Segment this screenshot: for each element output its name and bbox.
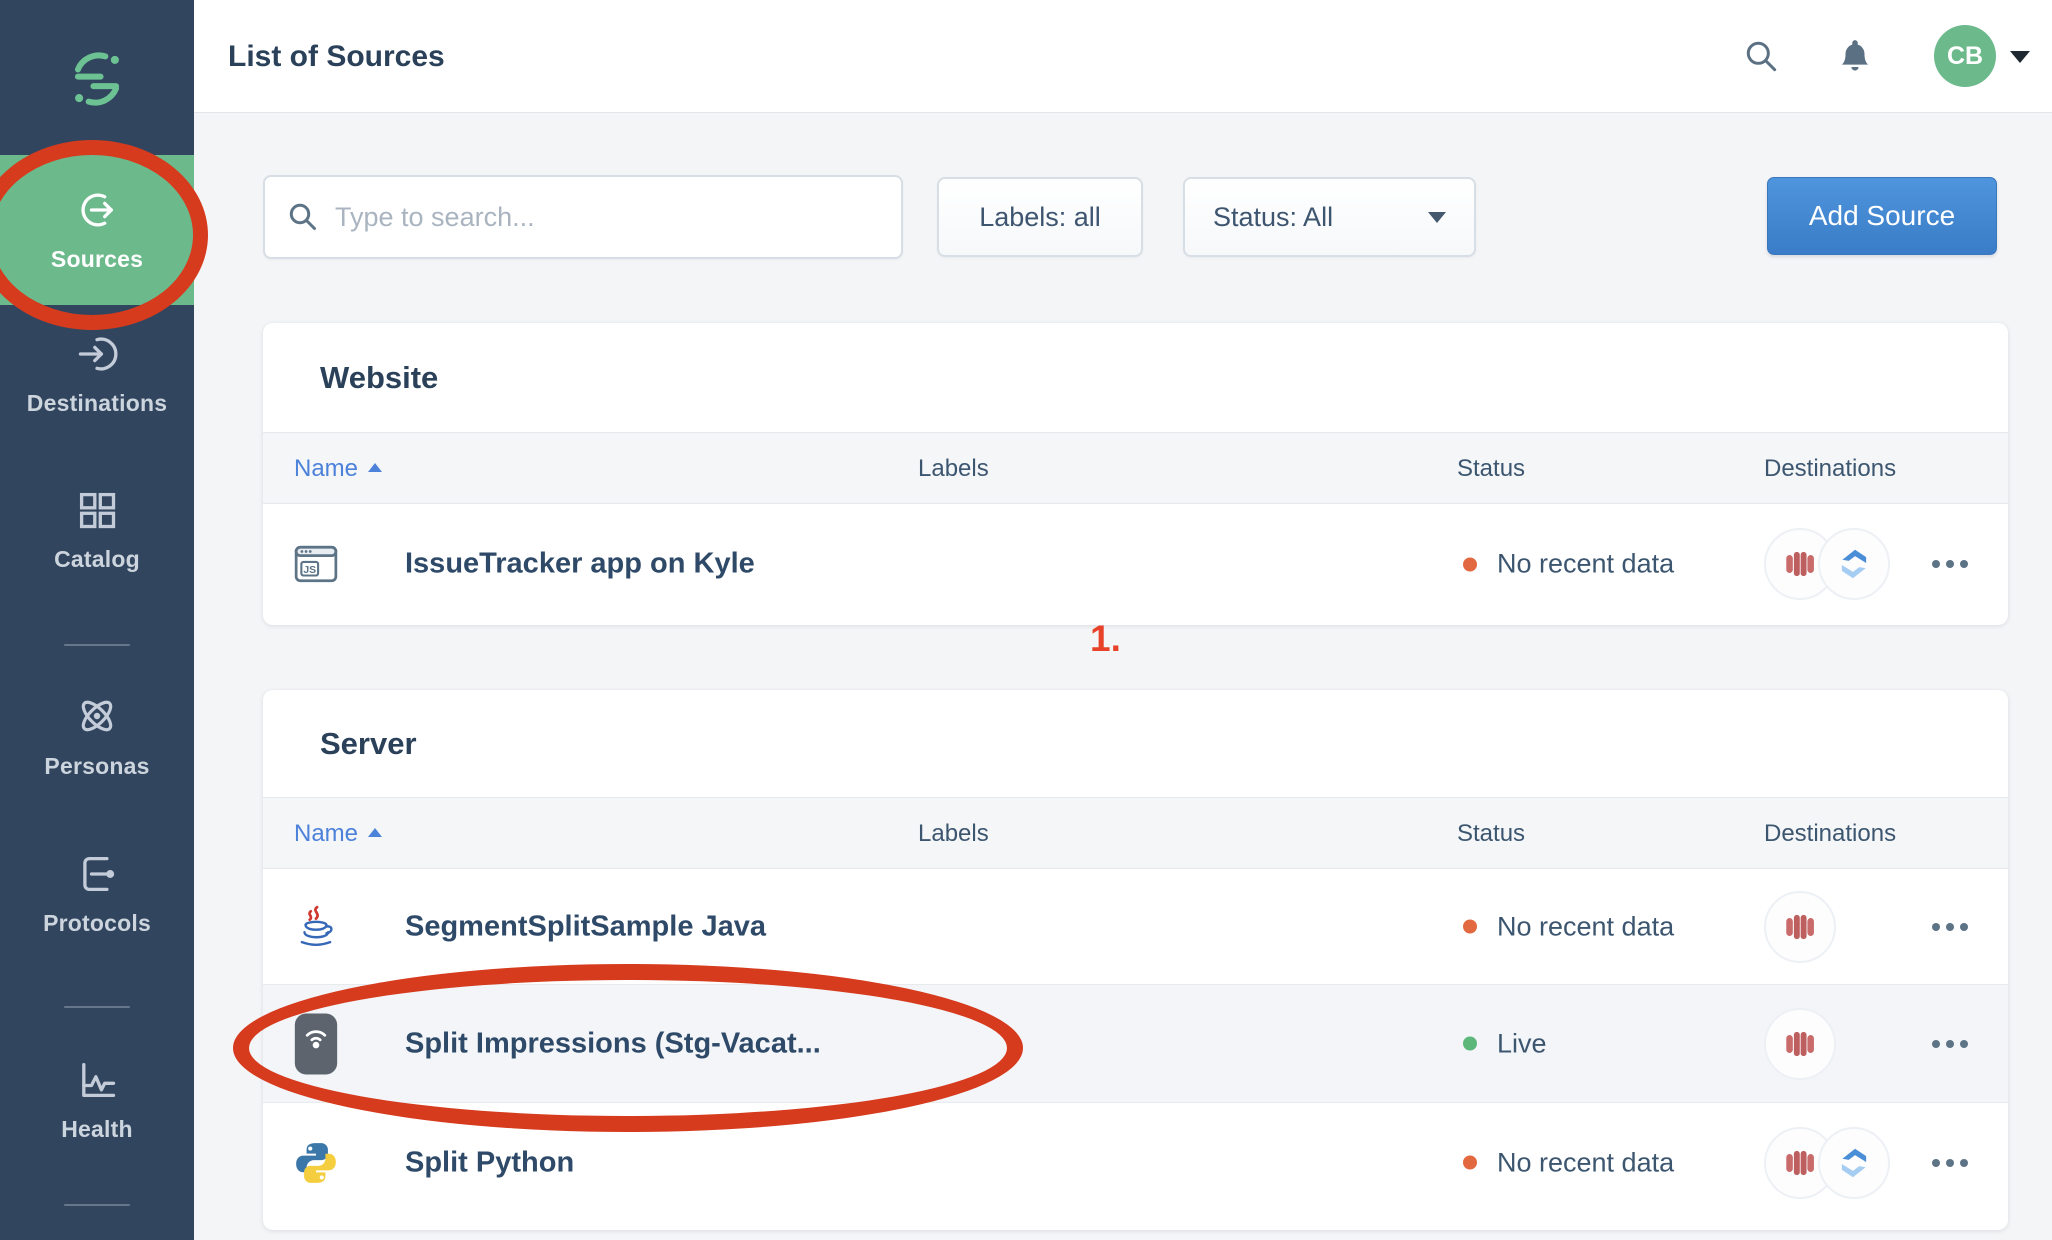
sidebar-item-label: Destinations <box>27 390 167 417</box>
column-header-name[interactable]: Name <box>294 798 382 870</box>
section-title: Website <box>263 323 2008 432</box>
table-header: Name Labels Status Destinations <box>263 432 2008 504</box>
section-title: Server <box>263 690 2008 797</box>
labels-filter-button[interactable]: Labels: all <box>937 177 1143 257</box>
personas-icon <box>74 693 120 739</box>
catalog-icon <box>75 488 119 532</box>
status-dot <box>1463 1037 1477 1051</box>
sort-asc-icon <box>368 463 382 472</box>
sidebar-divider <box>64 1006 130 1008</box>
source-row-split-impressions[interactable]: Split Impressions (Stg-Vacat... Live <box>263 984 2008 1102</box>
main-content: Labels: all Status: All Add Source Websi… <box>194 113 2052 1240</box>
column-header-status: Status <box>1457 433 1525 505</box>
sidebar-item-label: Protocols <box>43 910 151 937</box>
source-name: SegmentSplitSample Java <box>405 910 766 943</box>
chevron-down-icon <box>1428 212 1446 223</box>
search-icon <box>287 201 319 233</box>
sidebar-item-label: Sources <box>51 246 143 273</box>
search-icon <box>1743 38 1781 76</box>
javascript-website-source-icon: JS <box>293 541 339 587</box>
column-header-destinations: Destinations <box>1764 433 1896 505</box>
java-source-icon <box>293 904 339 950</box>
sidebar: Sources Destinations Cata <box>0 0 194 1240</box>
sidebar-divider <box>64 644 130 646</box>
svg-text:JS: JS <box>303 565 316 576</box>
destinations-icon <box>75 332 119 376</box>
sidebar-item-label: Health <box>61 1116 133 1143</box>
segment-logo-icon <box>66 48 128 110</box>
add-source-button[interactable]: Add Source <box>1767 177 1997 255</box>
sidebar-item-destinations[interactable]: Destinations <box>0 332 194 428</box>
destinations-cell <box>1764 891 1836 963</box>
source-name: IssueTracker app on Kyle <box>405 548 755 581</box>
segment-logo[interactable] <box>0 48 194 110</box>
http-beacon-source-icon <box>293 1012 339 1076</box>
warehouse-destination-icon[interactable] <box>1764 891 1836 963</box>
bell-icon <box>1836 37 1874 77</box>
source-row-java[interactable]: SegmentSplitSample Java No recent data <box>263 869 2008 984</box>
status-dot <box>1463 920 1477 934</box>
topbar: List of Sources CB <box>194 0 2052 113</box>
destinations-cell <box>1764 1008 1836 1080</box>
column-header-status: Status <box>1457 798 1525 870</box>
sidebar-item-catalog[interactable]: Catalog <box>0 488 194 584</box>
status-badge: Live <box>1463 1028 1547 1059</box>
destinations-cell <box>1764 528 1890 600</box>
table-header: Name Labels Status Destinations <box>263 797 2008 869</box>
status-badge: No recent data <box>1463 911 1674 942</box>
row-menu-button[interactable] <box>1919 1024 1981 1064</box>
python-source-icon <box>293 1140 339 1186</box>
source-name: Split Python <box>405 1146 574 1179</box>
row-menu-button[interactable] <box>1919 544 1981 584</box>
split-destination-icon[interactable] <box>1818 528 1890 600</box>
sidebar-divider <box>64 1204 130 1206</box>
warehouse-destination-icon[interactable] <box>1764 1008 1836 1080</box>
status-badge: No recent data <box>1463 549 1674 580</box>
status-filter-value: Status: All <box>1213 202 1333 233</box>
health-icon <box>75 1058 119 1102</box>
server-section-card: Server Name Labels Status Destinations <box>263 690 2008 1230</box>
column-header-labels: Labels <box>918 798 989 870</box>
status-dot <box>1463 1156 1477 1170</box>
row-menu-button[interactable] <box>1919 1143 1981 1183</box>
search-input[interactable] <box>335 202 879 233</box>
sidebar-item-label: Personas <box>44 753 149 780</box>
column-header-name[interactable]: Name <box>294 433 382 505</box>
website-section-card: Website Name Labels Status Destinations <box>263 323 2008 625</box>
status-dot <box>1463 557 1477 571</box>
protocols-icon <box>75 852 119 896</box>
account-menu-button[interactable] <box>2010 0 2030 113</box>
page-title: List of Sources <box>228 0 445 113</box>
source-name: Split Impressions (Stg-Vacat... <box>405 1027 821 1060</box>
sidebar-item-protocols[interactable]: Protocols <box>0 852 194 948</box>
notifications-button[interactable] <box>1836 0 1874 113</box>
chevron-down-icon <box>2010 51 2030 63</box>
sources-page: Sources Destinations Cata <box>0 0 2052 1240</box>
column-header-destinations: Destinations <box>1764 798 1896 870</box>
sidebar-item-label: Catalog <box>54 546 140 573</box>
sidebar-item-personas[interactable]: Personas <box>0 693 194 789</box>
sidebar-item-health[interactable]: Health <box>0 1058 194 1154</box>
sort-asc-icon <box>368 828 382 837</box>
avatar[interactable]: CB <box>1934 25 1996 87</box>
source-search <box>263 175 903 259</box>
source-row-issuetracker[interactable]: JS IssueTracker app on Kyle No recent da… <box>263 504 2008 624</box>
source-row-split-python[interactable]: Split Python No recent data <box>263 1102 2008 1222</box>
status-filter-dropdown[interactable]: Status: All <box>1183 177 1476 257</box>
column-header-labels: Labels <box>918 433 989 505</box>
row-menu-button[interactable] <box>1919 907 1981 947</box>
sidebar-item-sources[interactable]: Sources <box>0 155 194 305</box>
global-search-button[interactable] <box>1743 0 1781 113</box>
split-destination-icon[interactable] <box>1818 1127 1890 1199</box>
sources-icon <box>75 188 119 232</box>
status-badge: No recent data <box>1463 1147 1674 1178</box>
destinations-cell <box>1764 1127 1890 1199</box>
